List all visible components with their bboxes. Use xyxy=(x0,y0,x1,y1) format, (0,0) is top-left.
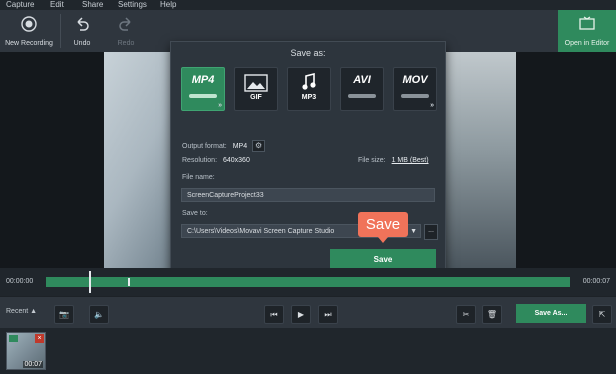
scissors-icon[interactable]: ✂ xyxy=(456,305,476,324)
gear-icon[interactable]: ⚙ xyxy=(252,140,266,152)
speaker-icon[interactable]: 🔈 xyxy=(89,305,109,324)
menu-edit[interactable]: Edit xyxy=(50,0,64,10)
film-strip-icon xyxy=(189,94,217,98)
play-icon[interactable]: ▶ xyxy=(291,305,311,324)
save-callout: Save xyxy=(358,212,408,243)
file-name-label: File name: xyxy=(182,174,215,181)
redo-icon xyxy=(119,17,131,31)
undo-label: Undo xyxy=(73,40,91,47)
timeline-track[interactable] xyxy=(46,277,570,287)
music-note-icon xyxy=(302,73,316,90)
menu-help[interactable]: Help xyxy=(160,0,176,10)
new-recording-label: New Recording xyxy=(5,40,53,47)
save-to-label: Save to: xyxy=(182,210,208,217)
playhead[interactable] xyxy=(89,271,91,293)
film-strip-icon xyxy=(348,94,376,98)
save-as-button[interactable]: Save As... xyxy=(516,304,586,323)
more-options-icon: » xyxy=(218,102,222,109)
more-options-icon: » xyxy=(430,102,434,109)
recent-tray: × 00:07 xyxy=(0,328,616,374)
recent-label: Recent xyxy=(6,308,29,315)
file-size-row: File size: 1 MB (Best) xyxy=(358,157,429,164)
new-recording-button[interactable]: New Recording xyxy=(0,10,58,52)
menu-bar: Capture Edit Share Settings Help xyxy=(0,0,616,10)
record-icon xyxy=(21,16,37,32)
redo-button[interactable]: Redo xyxy=(106,10,146,52)
camera-icon[interactable]: 📷 xyxy=(54,305,74,324)
format-avi-label: AVI xyxy=(353,74,371,86)
menu-share[interactable]: Share xyxy=(82,0,103,10)
format-mp4-button[interactable]: MP4 » xyxy=(181,67,225,111)
timeline-marker[interactable] xyxy=(128,278,130,286)
format-mp3-button[interactable]: MP3 xyxy=(287,67,331,111)
file-size-link[interactable]: 1 MB (Best) xyxy=(392,157,429,164)
video-icon xyxy=(9,335,18,342)
resolution-value: 640x360 xyxy=(222,157,250,164)
browse-button[interactable]: ... xyxy=(424,224,438,240)
chevron-up-icon: ▲ xyxy=(30,308,38,315)
share-icon[interactable]: ⇱ xyxy=(592,305,612,324)
output-format-label: Output format: xyxy=(182,142,227,150)
film-strip-icon xyxy=(401,94,429,98)
trash-icon[interactable]: 🗑 xyxy=(482,305,502,324)
recording-thumbnail[interactable]: × 00:07 xyxy=(6,332,46,370)
editor-icon xyxy=(579,16,595,30)
format-mov-label: MOV xyxy=(402,74,428,86)
open-in-editor-button[interactable]: Open in Editor xyxy=(558,10,616,52)
resolution-row: Resolution: 640x360 xyxy=(182,157,250,164)
file-name-input[interactable]: ScreenCaptureProject33 xyxy=(181,188,435,202)
file-size-label: File size: xyxy=(358,157,386,164)
format-mp3-label: MP3 xyxy=(301,94,317,101)
redo-label: Redo xyxy=(117,40,135,47)
format-mov-button[interactable]: MOV » xyxy=(393,67,437,111)
end-time: 00:00:07 xyxy=(582,278,610,285)
open-in-editor-label: Open in Editor xyxy=(564,40,610,47)
toolbar-divider xyxy=(60,14,61,48)
timeline: 00:00:00 00:00:07 xyxy=(0,268,616,296)
output-format-value: MP4 xyxy=(232,142,248,150)
resolution-label: Resolution: xyxy=(182,157,218,164)
save-to-value: C:\Users\Videos\Movavi Screen Capture St… xyxy=(187,228,335,235)
menu-settings[interactable]: Settings xyxy=(118,0,147,10)
undo-icon xyxy=(77,17,89,31)
skip-forward-icon[interactable]: ⏭ xyxy=(318,305,338,324)
format-gif-label: GIF xyxy=(250,94,262,101)
skip-back-icon[interactable]: ⏮ xyxy=(264,305,284,324)
thumbnail-duration: 00:07 xyxy=(23,361,43,368)
image-icon xyxy=(244,74,268,92)
chevron-down-icon: ▼ xyxy=(410,228,417,235)
format-avi-button[interactable]: AVI xyxy=(340,67,384,111)
close-icon[interactable]: × xyxy=(35,334,44,343)
format-mp4-label: MP4 xyxy=(191,74,215,86)
start-time: 00:00:00 xyxy=(6,278,34,285)
dialog-title: Save as: xyxy=(290,48,326,58)
menu-capture[interactable]: Capture xyxy=(6,0,34,10)
undo-button[interactable]: Undo xyxy=(62,10,102,52)
format-gif-button[interactable]: GIF xyxy=(234,67,278,111)
bottom-controls: Recent ▲ 📷 🔈 ⏮ ▶ ⏭ ✂ 🗑 Save As... ⇱ xyxy=(0,296,616,329)
output-format-row: Output format: MP4 ⚙ xyxy=(182,140,266,152)
save-dialog: Save as: MP4 » GIF MP3 AVI MOV » Output … xyxy=(170,41,446,277)
recent-dropdown[interactable]: Recent ▲ xyxy=(6,308,37,315)
